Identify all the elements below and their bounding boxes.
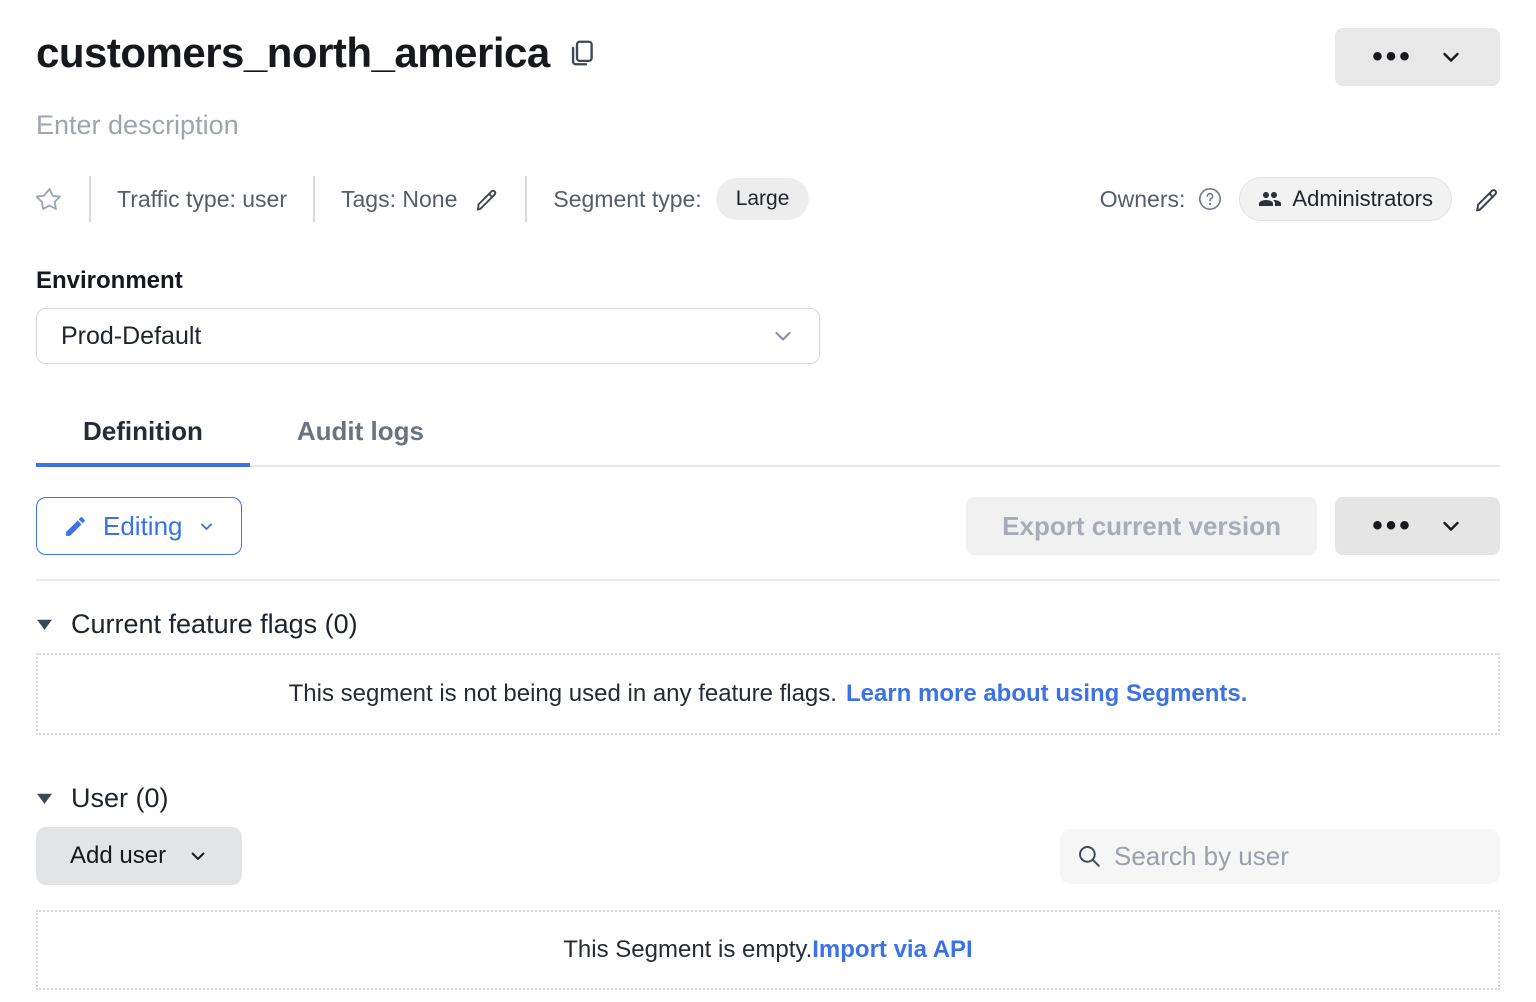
caret-down-icon (36, 792, 53, 805)
chevron-down-icon (1439, 45, 1463, 69)
ellipsis-icon: ••• (1372, 511, 1413, 541)
pencil-icon (63, 514, 88, 539)
page-header: customers_north_america ••• (36, 0, 1500, 86)
title-wrap: customers_north_america (36, 28, 595, 78)
environment-select[interactable]: Prod-Default (36, 308, 820, 364)
feature-flags-section-header[interactable]: Current feature flags (0) (36, 609, 1500, 640)
chevron-down-icon (771, 324, 795, 348)
owners-badge[interactable]: Administrators (1239, 177, 1452, 221)
star-icon[interactable] (36, 186, 63, 213)
meta-row: Traffic type: user Tags: None Segment ty… (36, 175, 1500, 223)
add-user-label: Add user (70, 842, 166, 870)
edit-owners-pencil-icon[interactable] (1472, 185, 1500, 213)
segment-type-label: Segment type: (553, 186, 701, 213)
feature-flags-section-title: Current feature flags (0) (71, 609, 358, 640)
tab-audit-logs[interactable]: Audit logs (250, 406, 471, 467)
environment-label: Environment (36, 267, 1500, 295)
owners-label: Owners: (1100, 186, 1186, 213)
caret-down-icon (36, 618, 53, 631)
editing-label: Editing (103, 511, 183, 542)
page-title: customers_north_america (36, 28, 550, 78)
tab-bar: Definition Audit logs (36, 406, 1500, 467)
search-by-user-input[interactable] (1114, 841, 1484, 872)
divider (525, 176, 527, 222)
tab-definition[interactable]: Definition (36, 406, 250, 467)
owners-value: Administrators (1292, 186, 1433, 212)
definition-toolbar: Editing Export current version ••• (36, 497, 1500, 555)
feature-flags-empty-text: This segment is not being used in any fe… (289, 680, 837, 708)
divider (89, 176, 91, 222)
feature-flags-empty-state: This segment is not being used in any fe… (36, 653, 1500, 735)
segment-type-badge: Large (716, 178, 810, 220)
editing-mode-button[interactable]: Editing (36, 497, 242, 555)
ellipsis-icon: ••• (1372, 42, 1413, 72)
user-search-box (1060, 829, 1500, 884)
chevron-down-icon (1439, 514, 1463, 538)
chevron-down-icon (198, 518, 215, 535)
add-user-button[interactable]: Add user (36, 827, 242, 885)
header-more-button[interactable]: ••• (1335, 28, 1500, 86)
learn-more-link[interactable]: Learn more about using Segments. (846, 680, 1247, 708)
segment-empty-text: This Segment is empty. (563, 936, 812, 964)
user-section-header[interactable]: User (0) (36, 783, 1500, 814)
user-controls-row: Add user (36, 827, 1500, 885)
copy-icon[interactable] (568, 38, 595, 68)
traffic-type-label: Traffic type: user (117, 186, 287, 213)
divider (313, 176, 315, 222)
section-divider (36, 579, 1500, 581)
environment-selected-value: Prod-Default (61, 322, 201, 351)
edit-tags-pencil-icon[interactable] (473, 186, 499, 212)
toolbar-more-button[interactable]: ••• (1335, 497, 1500, 555)
help-circle-icon[interactable] (1197, 186, 1223, 212)
chevron-down-icon (188, 846, 208, 866)
export-current-version-button[interactable]: Export current version (966, 497, 1317, 555)
segment-detail-page: customers_north_america ••• Enter descri… (0, 0, 1536, 1002)
import-via-api-link[interactable]: Import via API (812, 936, 972, 964)
user-empty-state: This Segment is empty. Import via API (36, 910, 1500, 990)
tags-label: Tags: None (341, 186, 457, 213)
search-icon (1076, 843, 1102, 869)
description-placeholder[interactable]: Enter description (36, 110, 1500, 141)
toolbar-right: Export current version ••• (966, 497, 1500, 555)
people-icon (1258, 187, 1282, 211)
user-section-title: User (0) (71, 783, 169, 814)
